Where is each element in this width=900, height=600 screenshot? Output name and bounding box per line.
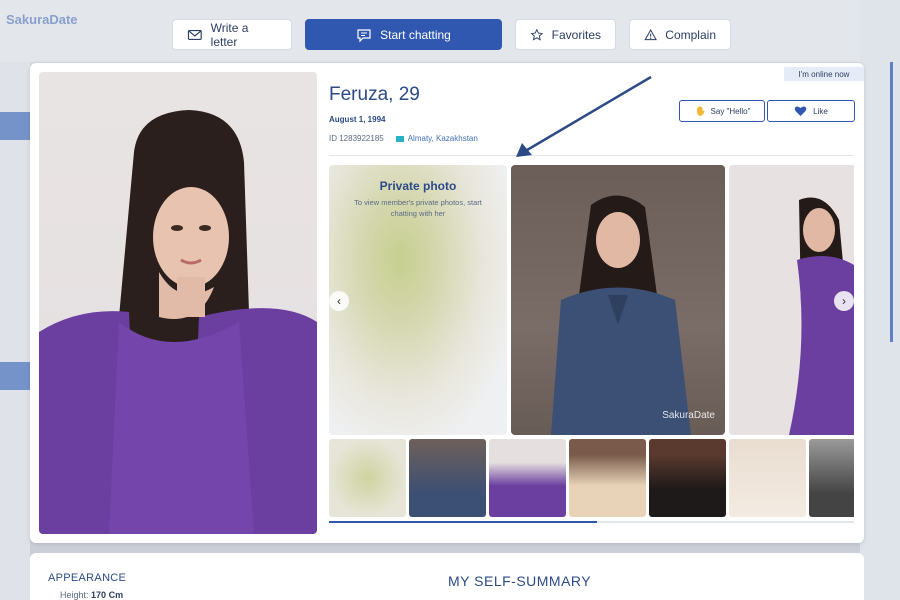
chat-icon: [357, 28, 371, 42]
scroll-indicator: [890, 62, 893, 342]
thumbnail-beige-top[interactable]: [569, 439, 646, 517]
say-hello-button[interactable]: Say "Hello": [679, 100, 765, 122]
waving-hand-icon: [696, 106, 705, 116]
photo-gallery: Private photo To view member's private p…: [329, 165, 854, 435]
star-icon: [530, 28, 544, 41]
start-chatting-label: Start chatting: [380, 27, 451, 42]
thumbnail-private[interactable]: [329, 439, 406, 517]
chevron-right-icon: ›: [842, 294, 846, 308]
heart-icon: [794, 106, 807, 116]
online-badge: I'm online now: [784, 67, 864, 81]
location-label: Almaty, Kazakhstan: [407, 134, 478, 143]
background-right-panel: [860, 0, 900, 600]
height-label: Height:: [60, 590, 89, 600]
profile-meta: ID 1283922185 Almaty, Kazakhstan: [329, 134, 478, 143]
main-photo-illustration: [39, 110, 317, 534]
gallery-prev-button[interactable]: ‹: [329, 291, 349, 311]
private-photo-title: Private photo: [379, 179, 457, 193]
profile-location: Almaty, Kazakhstan: [395, 134, 478, 143]
self-summary-heading: MY SELF-SUMMARY: [448, 573, 592, 589]
say-hello-label: Say "Hello": [710, 106, 751, 116]
start-chatting-button[interactable]: Start chatting: [305, 19, 502, 50]
complain-button[interactable]: Complain: [629, 19, 731, 50]
height-value: 170 Cm: [91, 590, 124, 600]
details-card: APPEARANCE Height: 170 Cm MY SELF-SUMMAR…: [30, 553, 864, 600]
suit-photo-illustration: [551, 195, 691, 435]
annotation-arrow-icon: [516, 75, 652, 157]
sidebar-active-item: [0, 112, 30, 140]
chevron-left-icon: ‹: [337, 294, 341, 308]
gallery-progress-fill: [329, 521, 597, 523]
profile-card: I'm online now Feruza, 29 August 1, 1994…: [30, 63, 864, 543]
thumbnail-purple-dress[interactable]: [489, 439, 566, 517]
thumbnail-strip: [329, 439, 854, 517]
profile-name: Feruza, 29: [329, 84, 420, 105]
warning-icon: [644, 28, 657, 40]
flag-icon: [395, 135, 404, 142]
write-letter-label: Write a letter: [210, 20, 249, 49]
height-row: Height: 170 Cm: [60, 590, 123, 600]
background-sidebar: [0, 62, 30, 600]
write-letter-button[interactable]: Write a letter: [172, 19, 292, 50]
like-label: Like: [813, 106, 828, 116]
gallery-next-button[interactable]: ›: [834, 291, 854, 311]
sidebar-active-item: [0, 362, 30, 390]
complain-label: Complain: [665, 27, 716, 42]
site-logo: SakuraDate: [6, 12, 78, 27]
thumbnail-black-dress[interactable]: [649, 439, 726, 517]
favorites-label: Favorites: [551, 27, 601, 42]
private-photo-card[interactable]: Private photo To view member's private p…: [329, 165, 507, 435]
gallery-progress: [329, 521, 854, 523]
thumbnail-lace-gown[interactable]: [729, 439, 806, 517]
favorites-button[interactable]: Favorites: [515, 19, 616, 50]
gallery-photo-suit[interactable]: SakuraDate: [511, 165, 725, 435]
thumbnail-blue-suit[interactable]: [409, 439, 486, 517]
envelope-icon: [187, 29, 202, 40]
private-photo-text: To view member's private photos, start c…: [354, 198, 482, 218]
profile-actions: Write a letter Start chatting Favorites …: [172, 19, 731, 50]
main-profile-photo[interactable]: [39, 72, 317, 534]
birth-date: August 1, 1994: [329, 115, 386, 124]
like-button[interactable]: Like: [767, 100, 855, 122]
watermark: SakuraDate: [662, 410, 715, 421]
appearance-heading: APPEARANCE: [48, 572, 127, 584]
thumbnail-bw-portrait[interactable]: [809, 439, 854, 517]
profile-id: ID 1283922185: [329, 134, 384, 143]
